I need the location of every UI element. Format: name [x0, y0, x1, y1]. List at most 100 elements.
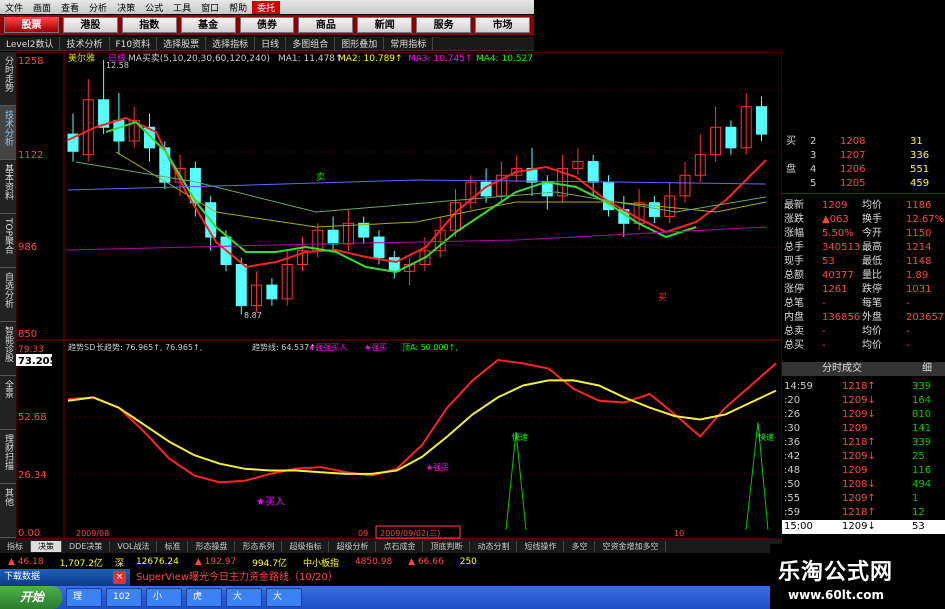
side-tab-tech[interactable]: 技术分析	[0, 106, 17, 160]
tick-cell: :26	[784, 409, 801, 420]
status-b: 1,707.2亿	[59, 558, 103, 569]
side-tab-panorama[interactable]: 全景	[0, 376, 17, 430]
market-nav: 股票 港股 指数 基金 债券 商品 新闻 服务 市场	[0, 15, 534, 35]
nav-fund[interactable]: 基金	[180, 17, 236, 33]
menu-tools[interactable]: 工具	[168, 1, 196, 14]
taskbar-item-3[interactable]: 小	[146, 588, 182, 607]
divider	[782, 193, 945, 194]
nav-news[interactable]: 新闻	[357, 17, 413, 33]
indicator-tab[interactable]: 顶底判断	[423, 540, 471, 552]
tab-detail[interactable]: 细	[922, 362, 932, 376]
menu-view[interactable]: 查看	[56, 1, 84, 14]
fast-signal-1: 快速	[512, 432, 528, 442]
news-ticker[interactable]: SuperView曝光今日主力资金路线（10/20）	[130, 570, 770, 586]
indicator-tab[interactable]: 形态系列	[235, 540, 283, 552]
fast-signal-2: 快速	[758, 432, 774, 442]
tool-tech[interactable]: 技术分析	[60, 37, 110, 50]
indicator-tab[interactable]: 短线操作	[517, 540, 565, 552]
candle-body	[266, 284, 278, 300]
orderbook-cell: 盘	[786, 164, 796, 175]
menu-file[interactable]: 文件	[0, 1, 28, 14]
start-button[interactable]: 开始	[0, 586, 62, 609]
nav-bond[interactable]: 债券	[239, 17, 295, 33]
orderbook-row: 5 1205 459	[782, 177, 945, 191]
orderbook-cell: 4	[810, 164, 817, 175]
tab-ticks[interactable]: 分时成交	[822, 362, 862, 376]
tool-f10[interactable]: F10资料	[110, 37, 158, 50]
nav-stocks[interactable]: 股票	[4, 17, 59, 33]
quote-row: 涨幅 5.50% 今开 1150	[782, 227, 945, 241]
indicator-tab[interactable]: 多空	[564, 540, 596, 552]
indicator-tab[interactable]: 超级指标	[282, 540, 330, 552]
indicator-tab[interactable]: 点石成金	[376, 540, 424, 552]
indicator-tab[interactable]: VOL战法	[110, 540, 158, 552]
side-tab-diagnose[interactable]: 智能诊股	[0, 322, 17, 376]
side-tab-other[interactable]: 其他	[0, 484, 17, 538]
taskbar-item-5[interactable]: 大	[226, 588, 262, 607]
tick-cell: 116	[912, 465, 932, 476]
indicator-tab[interactable]: 形态操盘	[188, 540, 236, 552]
nav-index[interactable]: 指数	[121, 17, 177, 33]
quote-cell: 总笔	[784, 298, 804, 309]
side-tab-timeshare[interactable]: 分时走势	[0, 52, 17, 106]
taskbar-item-6[interactable]: 大	[266, 588, 302, 607]
tick-cell: :55	[784, 493, 801, 504]
tick-cell: 1	[912, 493, 919, 504]
quote-cell: 内盘	[784, 312, 804, 323]
quote-cell: 40377	[822, 270, 854, 281]
nav-hk[interactable]: 港股	[62, 17, 118, 33]
indicator-50: 顶A: 50.000↑,	[402, 343, 458, 352]
indicator-tab[interactable]: 决策	[31, 540, 62, 552]
menu-screen[interactable]: 画面	[28, 1, 56, 14]
y-label-1122: 1122	[18, 150, 43, 161]
close-icon[interactable]: ×	[113, 571, 126, 584]
orderbook-cell: 买	[786, 136, 796, 147]
indicator-tab[interactable]: 动态分割	[470, 540, 518, 552]
indicator-tab[interactable]: DDE决策	[62, 540, 111, 552]
tick-cell: 1209	[842, 423, 868, 434]
nav-service[interactable]: 服务	[416, 17, 472, 33]
side-tab-self[interactable]: 自选分析	[0, 268, 17, 322]
tool-overlay[interactable]: 图形叠加	[335, 37, 385, 50]
menu-decision[interactable]: 决策	[112, 1, 140, 14]
buy-marker: 买	[658, 292, 667, 303]
nav-market[interactable]: 市场	[475, 17, 531, 33]
taskbar-item-1[interactable]: 理	[66, 588, 102, 607]
quote-row: 现手 53 最低 1148	[782, 255, 945, 269]
menu-trade[interactable]: 委托	[252, 0, 281, 14]
tool-daily[interactable]: 日线	[255, 37, 287, 50]
taskbar-item-4[interactable]: 虎	[186, 588, 222, 607]
quote-cell: 均价	[862, 340, 882, 351]
low-marker: 8.87	[244, 311, 262, 320]
tick-row: :50 1208↓ 494	[782, 478, 945, 492]
menu-help[interactable]: 帮助	[224, 1, 252, 14]
quote-cell: 203657	[906, 312, 945, 323]
menu-analysis[interactable]: 分析	[84, 1, 112, 14]
tick-cell: :20	[784, 395, 801, 406]
indicator-tab[interactable]: 空资金增加多空	[595, 540, 667, 552]
indicator-tab[interactable]: 超级分析	[329, 540, 377, 552]
download-popup[interactable]: 下载数据 ×	[0, 569, 130, 586]
nav-commodity[interactable]: 商品	[298, 17, 354, 33]
side-tabs: 分时走势 技术分析 基本资料 TOP聚合 自选分析 智能诊股 全景 理财扫描 其…	[0, 52, 17, 544]
tool-multi[interactable]: 多图组合	[286, 37, 336, 50]
status-a: ▲ 46.18	[8, 557, 44, 567]
tick-row: :36 1218↑ 339	[782, 436, 945, 450]
tool-pick-indicator[interactable]: 选择指标	[206, 37, 256, 50]
side-tab-basic[interactable]: 基本资料	[0, 160, 17, 214]
tool-pick-stock[interactable]: 选择股票	[157, 37, 207, 50]
candle-body	[725, 126, 737, 149]
quote-cell: 最高	[862, 242, 882, 253]
tick-cell: :59	[784, 507, 801, 518]
side-tab-top[interactable]: TOP聚合	[0, 214, 17, 268]
tool-common[interactable]: 常用指标	[384, 37, 434, 50]
indicator-tab[interactable]: 指标	[0, 540, 31, 552]
indicator-tab[interactable]: 标准	[157, 540, 189, 552]
side-tab-finance[interactable]: 理财扫描	[0, 430, 17, 484]
menu-window[interactable]: 窗口	[196, 1, 224, 14]
menu-formula[interactable]: 公式	[140, 1, 168, 14]
tool-level2[interactable]: Level2数认	[0, 37, 61, 50]
kline-chart[interactable]: 1258 1122 986 850 美尔雅 日线 MA买卖(5,10,20,30…	[16, 52, 782, 539]
taskbar-item-2[interactable]: 102	[106, 588, 142, 607]
orderbook-cell: 31	[910, 136, 923, 147]
